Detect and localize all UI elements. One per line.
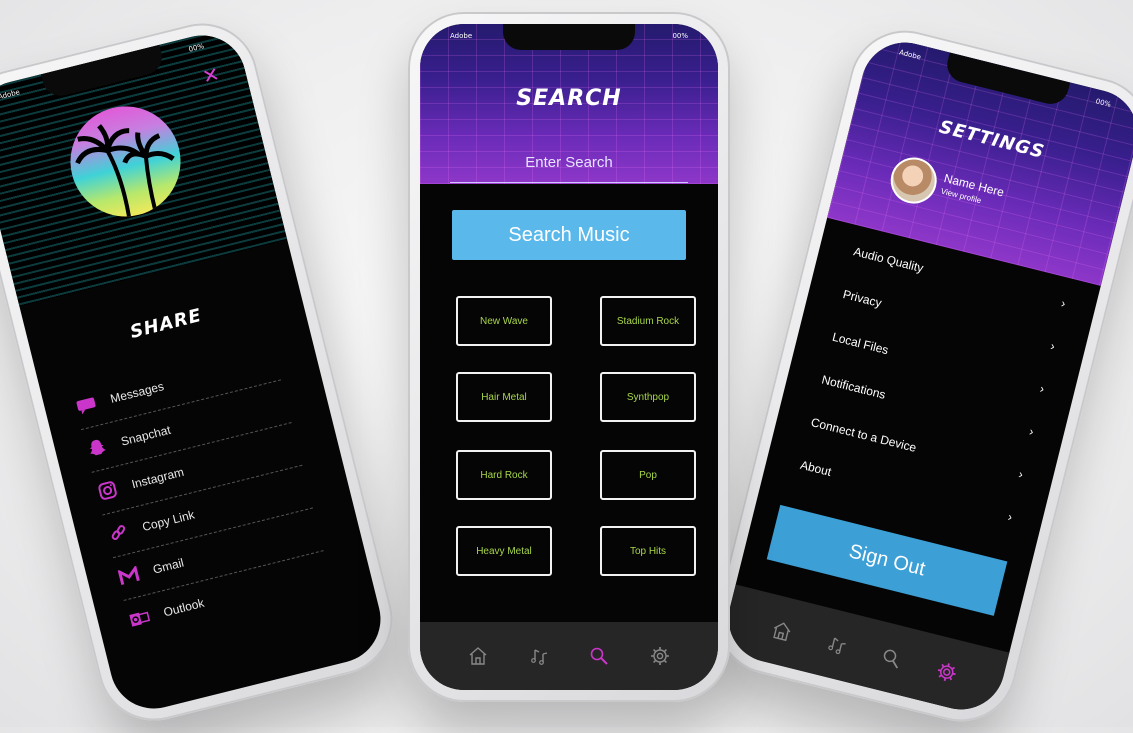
- status-battery: 00%: [672, 32, 688, 40]
- share-phone: Adobe 00% ✕ SHARE Messages Snapchat Inst…: [0, 11, 405, 733]
- tab-bar: [420, 622, 718, 690]
- settings-screen: Adobe 00% SETTINGS Name Here View profil…: [719, 33, 1133, 719]
- search-music-button[interactable]: Search Music: [452, 210, 686, 260]
- page-title: SEARCH: [516, 86, 622, 111]
- chevron-right-icon: ›: [1038, 381, 1046, 397]
- music-icon[interactable]: [527, 644, 551, 668]
- notch: [503, 24, 635, 50]
- share-item-label: Copy Link: [140, 507, 196, 534]
- chevron-right-icon: ›: [1017, 466, 1025, 482]
- outlook-icon: [126, 605, 153, 632]
- settings-item-label: Privacy: [841, 287, 884, 311]
- genre-button-top-hits[interactable]: Top Hits: [600, 526, 696, 576]
- chevron-right-icon: ›: [1059, 296, 1068, 311]
- share-item-label: Messages: [108, 379, 166, 406]
- chevron-right-icon: ›: [1027, 424, 1036, 439]
- home-icon[interactable]: [466, 644, 490, 668]
- settings-item-label: Audio Quality: [852, 244, 925, 276]
- genre-button-new-wave[interactable]: New Wave: [456, 296, 552, 346]
- share-item-label: Instagram: [130, 464, 186, 492]
- settings-item-label: About: [798, 457, 833, 479]
- search-phone: Adobe 00% SEARCH Search Music New Wave S…: [408, 12, 730, 702]
- chevron-right-icon: ›: [1049, 338, 1057, 354]
- settings-item-label: Connect to a Device: [809, 415, 918, 455]
- settings-item-label: Notifications: [820, 372, 888, 402]
- share-item-label: Outlook: [162, 595, 206, 620]
- genre-button-pop[interactable]: Pop: [600, 450, 696, 500]
- share-item-label: Snapchat: [119, 422, 173, 449]
- genre-button-heavy-metal[interactable]: Heavy Metal: [456, 526, 552, 576]
- search-screen: Adobe 00% SEARCH Search Music New Wave S…: [420, 24, 718, 690]
- genre-button-hard-rock[interactable]: Hard Rock: [456, 450, 552, 500]
- gear-icon[interactable]: [932, 658, 961, 687]
- gear-icon[interactable]: [648, 644, 672, 668]
- settings-item-label: Local Files: [830, 329, 890, 358]
- gmail-icon: [116, 563, 143, 590]
- search-icon[interactable]: [587, 644, 611, 668]
- snapchat-icon: [84, 435, 111, 462]
- share-screen: Adobe 00% ✕ SHARE Messages Snapchat Inst…: [0, 26, 390, 718]
- genre-button-synthpop[interactable]: Synthpop: [600, 372, 696, 422]
- chevron-right-icon: ›: [1006, 509, 1014, 525]
- status-carrier: Adobe: [450, 32, 473, 40]
- link-icon: [105, 520, 132, 547]
- search-icon[interactable]: [877, 644, 906, 673]
- search-input[interactable]: [450, 142, 688, 183]
- settings-phone: Adobe 00% SETTINGS Name Here View profil…: [704, 18, 1133, 733]
- share-item-label: Gmail: [151, 555, 186, 577]
- instagram-icon: [94, 477, 121, 504]
- messages-icon: [73, 392, 100, 419]
- genre-button-stadium-rock[interactable]: Stadium Rock: [600, 296, 696, 346]
- music-icon[interactable]: [822, 630, 851, 659]
- home-icon[interactable]: [768, 617, 797, 646]
- genre-button-hair-metal[interactable]: Hair Metal: [456, 372, 552, 422]
